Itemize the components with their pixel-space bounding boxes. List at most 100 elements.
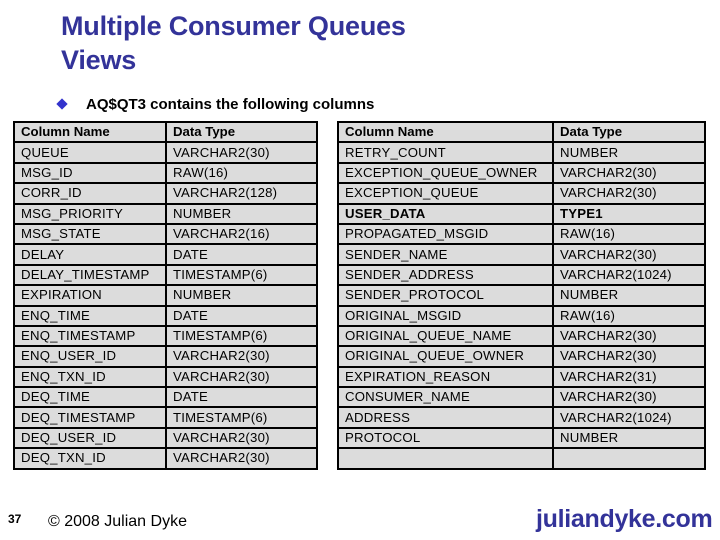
table-row: CORR_ID VARCHAR2(128) <box>13 182 318 205</box>
table-row: SENDER_PROTOCOL NUMBER <box>337 284 706 307</box>
cell-data-type: NUMBER <box>552 426 706 450</box>
diamond-bullet-icon <box>56 98 68 110</box>
table-row: EXCEPTION_QUEUE_OWNER VARCHAR2(30) <box>337 161 706 185</box>
cell-column-name: SENDER_PROTOCOL <box>337 284 554 307</box>
cell-data-type: VARCHAR2(30) <box>552 324 706 348</box>
table-row: RETRY_COUNT NUMBER <box>337 141 706 164</box>
cell-data-type: RAW(16) <box>165 161 318 185</box>
table-row: ORIGINAL_MSGID RAW(16) <box>337 304 706 327</box>
cell-data-type: NUMBER <box>552 141 706 164</box>
cell-data-type: NUMBER <box>165 284 318 307</box>
cell-data-type: VARCHAR2(30) <box>552 345 706 368</box>
cell-column-name: ENQ_TXN_ID <box>13 365 167 389</box>
cell-data-type: RAW(16) <box>552 304 706 327</box>
cell-column-name: SENDER_NAME <box>337 243 554 266</box>
table-header-row: Column Name Data Type <box>337 120 706 144</box>
header-column-name: Column Name <box>13 120 167 144</box>
cell-column-name: DEQ_USER_ID <box>13 426 167 450</box>
cell-data-type: RAW(16) <box>552 222 706 246</box>
table-row: ADDRESS VARCHAR2(1024) <box>337 406 706 429</box>
table-row: EXPIRATION_REASON VARCHAR2(31) <box>337 365 706 389</box>
cell-column-name: SENDER_ADDRESS <box>337 263 554 287</box>
cell-data-type: VARCHAR2(30) <box>552 243 706 266</box>
cell-data-type: NUMBER <box>552 284 706 307</box>
cell-column-name: ENQ_USER_ID <box>13 345 167 368</box>
table-row: DEQ_TIMESTAMP TIMESTAMP(6) <box>13 406 318 429</box>
table-row: EXCEPTION_QUEUE VARCHAR2(30) <box>337 182 706 205</box>
slide-title-line-2: Views <box>61 45 137 75</box>
table-row: QUEUE VARCHAR2(30) <box>13 141 318 164</box>
cell-data-type: VARCHAR2(30) <box>552 161 706 185</box>
cell-column-name: CONSUMER_NAME <box>337 386 554 409</box>
table-row: DELAY_TIMESTAMP TIMESTAMP(6) <box>13 263 318 287</box>
cell-data-type: TYPE1 <box>552 202 706 225</box>
table-row: SENDER_ADDRESS VARCHAR2(1024) <box>337 263 706 287</box>
cell-data-type: DATE <box>165 304 318 327</box>
cell-data-type: NUMBER <box>165 202 318 225</box>
table-row: ENQ_TIMESTAMP TIMESTAMP(6) <box>13 324 318 348</box>
table-row: USER_DATA TYPE1 <box>337 202 706 225</box>
slide-title: Multiple Consumer Queues Views <box>61 9 406 77</box>
cell-column-name: MSG_ID <box>13 161 167 185</box>
cell-data-type: TIMESTAMP(6) <box>165 406 318 429</box>
cell-data-type: DATE <box>165 386 318 409</box>
cell-column-name: EXPIRATION <box>13 284 167 307</box>
cell-data-type: VARCHAR2(30) <box>165 141 318 164</box>
cell-data-type <box>552 447 706 470</box>
cell-column-name: EXPIRATION_REASON <box>337 365 554 389</box>
copyright-notice: © 2008 Julian Dyke <box>48 513 187 530</box>
table-row: DEQ_TIME DATE <box>13 386 318 409</box>
cell-column-name: USER_DATA <box>337 202 554 225</box>
table-row: PROPAGATED_MSGID RAW(16) <box>337 222 706 246</box>
slide-title-line-1: Multiple Consumer Queues <box>61 11 406 41</box>
table-row <box>337 447 706 470</box>
left-columns-table: Column Name Data Type QUEUE VARCHAR2(30) MSG… <box>13 120 318 470</box>
slide-number: 37 <box>8 512 22 526</box>
bullet-point: AQ$QT3 contains the following columns <box>56 94 374 114</box>
cell-column-name: ORIGINAL_QUEUE_NAME <box>337 324 554 348</box>
cell-column-name: MSG_PRIORITY <box>13 202 167 225</box>
cell-column-name: EXCEPTION_QUEUE_OWNER <box>337 161 554 185</box>
right-table-body: Column Name Data Type RETRY_COUNT NUMBER EXC… <box>337 120 706 470</box>
cell-column-name: ORIGINAL_MSGID <box>337 304 554 327</box>
cell-column-name: DELAY_TIMESTAMP <box>13 263 167 287</box>
cell-data-type: VARCHAR2(30) <box>552 182 706 205</box>
table-row: DEQ_USER_ID VARCHAR2(30) <box>13 426 318 450</box>
cell-data-type: VARCHAR2(1024) <box>552 406 706 429</box>
cell-column-name: DELAY <box>13 243 167 266</box>
site-logo: juliandyke.com <box>536 505 713 533</box>
header-data-type: Data Type <box>165 120 318 144</box>
table-row: ENQ_USER_ID VARCHAR2(30) <box>13 345 318 368</box>
cell-column-name: EXCEPTION_QUEUE <box>337 182 554 205</box>
table-header-row: Column Name Data Type <box>13 120 318 144</box>
cell-data-type: VARCHAR2(1024) <box>552 263 706 287</box>
cell-column-name: PROPAGATED_MSGID <box>337 222 554 246</box>
table-row: DELAY DATE <box>13 243 318 266</box>
table-row: MSG_STATE VARCHAR2(16) <box>13 222 318 246</box>
table-row: SENDER_NAME VARCHAR2(30) <box>337 243 706 266</box>
cell-column-name: DEQ_TIME <box>13 386 167 409</box>
table-row: ORIGINAL_QUEUE_OWNER VARCHAR2(30) <box>337 345 706 368</box>
header-column-name: Column Name <box>337 120 554 144</box>
table-row: ENQ_TIME DATE <box>13 304 318 327</box>
table-row: ORIGINAL_QUEUE_NAME VARCHAR2(30) <box>337 324 706 348</box>
cell-column-name: DEQ_TIMESTAMP <box>13 406 167 429</box>
cell-data-type: VARCHAR2(30) <box>552 386 706 409</box>
cell-data-type: VARCHAR2(128) <box>165 182 318 205</box>
cell-data-type: VARCHAR2(30) <box>165 426 318 450</box>
cell-column-name: ORIGINAL_QUEUE_OWNER <box>337 345 554 368</box>
cell-column-name <box>337 447 554 470</box>
cell-data-type: VARCHAR2(31) <box>552 365 706 389</box>
cell-data-type: VARCHAR2(30) <box>165 447 318 470</box>
cell-data-type: VARCHAR2(30) <box>165 345 318 368</box>
cell-column-name: ENQ_TIME <box>13 304 167 327</box>
cell-column-name: RETRY_COUNT <box>337 141 554 164</box>
table-row: MSG_PRIORITY NUMBER <box>13 202 318 225</box>
left-table-body: Column Name Data Type QUEUE VARCHAR2(30) MSG… <box>13 120 318 470</box>
table-row: MSG_ID RAW(16) <box>13 161 318 185</box>
cell-data-type: DATE <box>165 243 318 266</box>
cell-column-name: QUEUE <box>13 141 167 164</box>
cell-data-type: TIMESTAMP(6) <box>165 263 318 287</box>
cell-data-type: TIMESTAMP(6) <box>165 324 318 348</box>
table-row: EXPIRATION NUMBER <box>13 284 318 307</box>
